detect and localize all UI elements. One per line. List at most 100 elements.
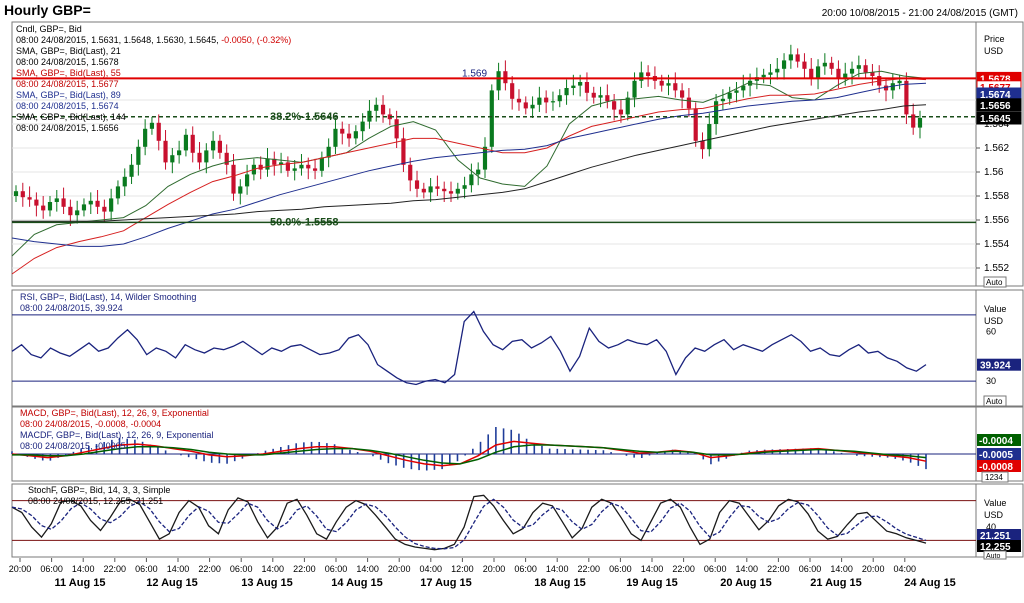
candle-body <box>571 85 576 88</box>
candle-body <box>659 80 664 86</box>
time-tick-label: 22:00 <box>578 564 601 574</box>
candle-body <box>802 61 807 69</box>
time-tick-label: 14:00 <box>72 564 95 574</box>
macd-legend-line: 08:00 24/08/2015, -0.0008, -0.0004 <box>20 419 162 429</box>
candle-body <box>550 101 556 103</box>
time-tick-label: 06:00 <box>799 564 822 574</box>
candle-body <box>136 146 141 165</box>
candle-body <box>20 191 25 198</box>
stoch-axis-unit: USD <box>984 510 1004 520</box>
price-legend-line: SMA, GBP=, Bid(Last), 89 <box>16 90 121 100</box>
candle-body <box>482 146 488 170</box>
time-tick-label: 20:00 <box>483 564 506 574</box>
candle-body <box>849 68 855 74</box>
candle-body <box>707 124 712 150</box>
date-label: 12 Aug 15 <box>146 577 198 589</box>
candle-body <box>54 198 59 202</box>
candle-body <box>68 206 73 216</box>
candle-body <box>516 98 522 103</box>
price-value-label: 1.5645 <box>980 114 1011 125</box>
candle-body <box>462 185 467 189</box>
candle-body <box>503 71 508 84</box>
candle-body <box>537 97 542 105</box>
time-tick-label: 22:00 <box>198 564 221 574</box>
candle-body <box>476 169 481 175</box>
auto-button-stoch-label: Auto <box>986 553 1001 560</box>
candle-body <box>883 85 889 91</box>
candle-body <box>822 62 827 67</box>
time-tick-label: 14:00 <box>546 564 569 574</box>
price-tick-label: 1.562 <box>984 143 1009 154</box>
candle-body <box>605 95 610 102</box>
candle-body <box>414 180 420 189</box>
time-tick-label: 22:00 <box>672 564 695 574</box>
candle-body <box>523 102 528 109</box>
time-tick-label: 06:00 <box>704 564 727 574</box>
date-label: 18 Aug 15 <box>534 577 586 589</box>
time-tick-label: 14:00 <box>641 564 664 574</box>
candle-body <box>231 164 236 194</box>
stoch-legend: StochF, GBP=, Bid, 14, 3, 3, Simple 08:00… <box>28 485 170 507</box>
time-tick-label: 20:00 <box>862 564 885 574</box>
candle-body <box>680 90 685 98</box>
candle-body <box>265 158 270 170</box>
candle-body <box>408 164 413 181</box>
candle-body <box>211 140 216 151</box>
candle-body <box>564 88 569 96</box>
time-tick-label: 20:00 <box>388 564 411 574</box>
rsi-axis-unit: USD <box>984 316 1004 326</box>
time-tick-label: 20:00 <box>9 564 32 574</box>
price-legend: Cndl, GBP=, Bid 08:00 24/08/2015, 1.5631,… <box>16 24 291 134</box>
candle-body <box>353 131 358 139</box>
time-tick-label: 14:00 <box>356 564 379 574</box>
candle-body <box>319 157 324 171</box>
candle-body <box>428 186 433 193</box>
candle-body <box>598 95 603 98</box>
candle-body <box>47 202 53 211</box>
candle-body <box>727 92 732 99</box>
rsi-legend-line: RSI, GBP=, Bid(Last), 14, Wilder Smoothi… <box>20 292 197 302</box>
candle-body <box>639 72 644 81</box>
macd-scale-label: 1234 <box>985 473 1003 482</box>
candle-body <box>88 200 93 205</box>
candle-body <box>421 188 426 193</box>
candle-body <box>897 80 902 84</box>
macd-value-label: -0.0008 <box>979 462 1013 473</box>
price-legend-line: 08:00 24/08/2015, 1.5678 <box>16 57 119 67</box>
price-legend-line: 08:00 24/08/2015, 1.5674 <box>16 101 119 111</box>
candle-body <box>217 140 223 153</box>
candle-body <box>333 128 338 147</box>
candle-body <box>312 168 318 171</box>
candle-body <box>380 104 386 115</box>
candle-body <box>81 204 87 211</box>
candle-body <box>673 83 678 91</box>
candle-body <box>435 186 440 189</box>
time-tick-label: 06:00 <box>230 564 253 574</box>
price-legend-line: SMA, GBP=, Bid(Last), 144 <box>16 112 126 122</box>
candle-body <box>530 104 535 109</box>
candle-body <box>183 134 189 151</box>
time-tick-label: 22:00 <box>293 564 316 574</box>
candle-body <box>177 150 182 156</box>
price-tick-label: 1.556 <box>984 215 1009 226</box>
time-tick-label: 04:00 <box>894 564 917 574</box>
candle-body <box>27 197 32 200</box>
time-tick-label: 14:00 <box>830 564 853 574</box>
candle-body <box>510 83 515 99</box>
candle-body <box>204 150 209 163</box>
macd-legend-line: 08:00 24/08/2015, -0.0005 <box>20 441 126 451</box>
candle-body <box>306 164 311 169</box>
time-tick-label: 14:00 <box>736 564 759 574</box>
price-axis-header: Price <box>984 34 1005 44</box>
candle-body <box>870 72 875 76</box>
auto-button-price-label: Auto <box>986 278 1003 287</box>
resistance-label: 1.569 <box>462 68 487 79</box>
candle-body <box>904 80 909 115</box>
candle-body <box>734 90 739 93</box>
date-label: 19 Aug 15 <box>626 577 678 589</box>
candle-body <box>340 128 345 134</box>
time-tick-label: 06:00 <box>325 564 348 574</box>
macd-value-label: -0.0004 <box>979 436 1013 447</box>
candle-body <box>917 118 923 128</box>
price-legend-line: Cndl, GBP=, Bid <box>16 24 82 34</box>
